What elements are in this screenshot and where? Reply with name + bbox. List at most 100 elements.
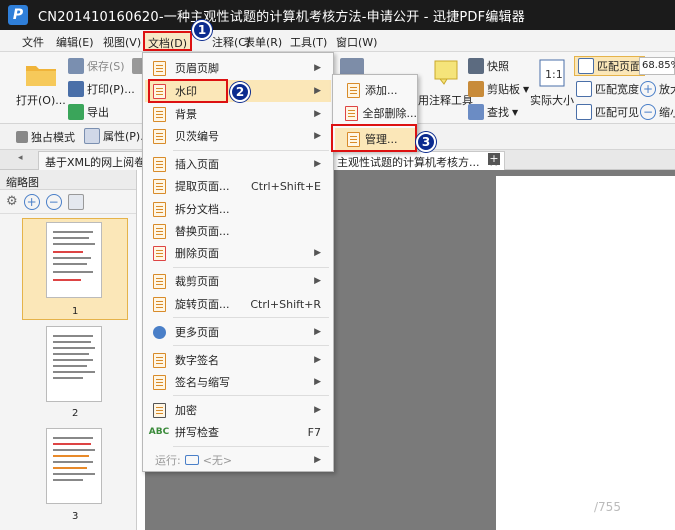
menu-item-extract-pages[interactable]: 提取页面... Ctrl+Shift+E xyxy=(145,175,331,197)
spell-check-icon: ABC xyxy=(148,427,170,437)
menu-item-digital-signature[interactable]: 数字签名 ▶ xyxy=(145,349,331,371)
insert-pages-label: 插入页面 xyxy=(175,158,219,171)
submenu-arrow-icon: ▶ xyxy=(314,131,321,141)
extract-shortcut: Ctrl+Shift+E xyxy=(251,179,321,193)
split-icon xyxy=(151,201,167,217)
find-button[interactable]: 查找 ▼ xyxy=(468,104,518,120)
actual-size-icon: 1:1 xyxy=(539,59,565,87)
extract-pages-label: 提取页面... xyxy=(175,180,230,193)
rotate-label: 旋转页面... xyxy=(175,298,230,311)
menu-item-more-pages[interactable]: 更多页面 ▶ xyxy=(145,321,331,343)
fit-page-label: 匹配页面 xyxy=(597,60,641,73)
highlight-box-manage xyxy=(331,124,417,152)
tab-xml-marking[interactable]: 基于XML的网上阅卷 xyxy=(38,151,153,170)
exclusive-mode-button[interactable]: 独占模式 xyxy=(16,129,75,145)
submenu-arrow-icon: ▶ xyxy=(314,159,321,169)
zoom-out-label: 缩小 xyxy=(659,106,675,119)
menu-item-add-watermark[interactable]: 添加... xyxy=(335,79,417,101)
menu-item-encrypt[interactable]: 加密 ▶ xyxy=(145,399,331,421)
step-badge-3: 3 xyxy=(416,132,436,152)
background-label: 背景 xyxy=(175,108,197,121)
fit-width-button[interactable]: 匹配宽度 xyxy=(576,81,639,97)
document-page[interactable] xyxy=(496,176,675,530)
snapshot-button[interactable]: 快照 xyxy=(468,58,509,74)
print-button[interactable]: 打印(P)... xyxy=(68,81,135,97)
note-icon xyxy=(434,60,457,85)
menu-file[interactable]: 文件 xyxy=(22,34,44,50)
thumbnail-page-1[interactable] xyxy=(46,222,102,298)
tab-scroll-left-icon[interactable]: ◂ xyxy=(18,153,23,163)
zoom-in-label: 放大 xyxy=(659,83,675,96)
menu-item-bates[interactable]: 贝茨编号 ▶ xyxy=(145,125,331,147)
menu-item-spell-check[interactable]: ABC 拼写检查 F7 xyxy=(145,421,331,443)
fit-width-label: 匹配宽度 xyxy=(595,83,639,96)
menu-item-background[interactable]: 背景 ▶ xyxy=(145,103,331,125)
background-icon xyxy=(151,106,167,122)
zoom-in-button[interactable]: + 放大 xyxy=(640,81,675,97)
menu-separator xyxy=(173,150,329,151)
menu-tools[interactable]: 工具(T) xyxy=(290,34,327,50)
zoom-out-icon: − xyxy=(640,104,656,120)
menu-item-header-footer[interactable]: 页眉页脚 ▶ xyxy=(145,57,331,79)
submenu-arrow-icon: ▶ xyxy=(314,377,321,387)
clipboard-button[interactable]: 剪贴板 ▼ xyxy=(468,81,529,97)
zoom-input[interactable]: 68.85% xyxy=(639,57,675,75)
submenu-arrow-icon: ▶ xyxy=(314,248,321,258)
camera-icon xyxy=(468,58,484,74)
menu-document[interactable]: 文档(D) xyxy=(143,31,193,51)
menu-edit[interactable]: 编辑(E) xyxy=(56,34,94,50)
sidebar-title: 缩略图 xyxy=(0,170,136,190)
run-value: <无> xyxy=(202,454,233,467)
print-label: 打印(P)... xyxy=(87,83,135,96)
header-footer-label: 页眉页脚 xyxy=(175,62,219,75)
add-watermark-icon xyxy=(345,82,361,98)
menu-item-sign-initial[interactable]: 签名与缩写 ▶ xyxy=(145,371,331,393)
thumbnail-page-2[interactable] xyxy=(46,326,102,402)
fit-visible-icon xyxy=(576,104,592,120)
annotation-tool-label: 用注释工具 xyxy=(418,94,473,107)
tab-subjective-exam[interactable]: 主观性试题的计算机考核方... × xyxy=(330,151,506,170)
delete-pages-icon xyxy=(151,245,167,261)
actual-size-button[interactable]: 1:1 实际大小 xyxy=(530,58,574,108)
menu-view[interactable]: 视图(V) xyxy=(103,34,141,50)
spell-shortcut: F7 xyxy=(307,425,321,439)
fit-visible-button[interactable]: 匹配可见 xyxy=(576,104,639,120)
menu-form[interactable]: 表单(R) xyxy=(244,34,282,50)
menu-item-delete[interactable]: 删除页面 ▶ xyxy=(145,242,331,264)
menu-item-remove-all-watermark[interactable]: 全部删除... xyxy=(335,102,417,124)
open-button[interactable]: 打开(O)... xyxy=(16,58,66,108)
zoom-out-button[interactable]: − 缩小 xyxy=(640,104,675,120)
more-pages-label: 更多页面 xyxy=(175,326,219,339)
menu-item-split[interactable]: 拆分文档... xyxy=(145,198,331,220)
more-pages-icon xyxy=(151,324,167,340)
export-button[interactable]: 导出 xyxy=(68,104,109,120)
menu-item-crop[interactable]: 裁剪页面 ▶ xyxy=(145,270,331,292)
lock-icon xyxy=(151,402,167,418)
menu-item-rotate[interactable]: 旋转页面... Ctrl+Shift+R xyxy=(145,293,331,315)
tab-subjective-exam-label: 主观性试题的计算机考核方... xyxy=(337,156,480,169)
signature-icon xyxy=(151,374,167,390)
step-badge-2: 2 xyxy=(230,82,250,102)
menu-window[interactable]: 窗口(W) xyxy=(336,34,377,50)
clipboard-icon xyxy=(468,81,484,97)
exclusive-mode-label: 独占模式 xyxy=(31,131,75,144)
submenu-arrow-icon: ▶ xyxy=(314,109,321,119)
menu-item-insert-pages[interactable]: 插入页面 ▶ xyxy=(145,153,331,175)
search-icon xyxy=(468,104,484,120)
rotate-icon[interactable] xyxy=(67,193,84,210)
menu-item-replace[interactable]: 替换页面... xyxy=(145,220,331,242)
annotation-tool-button[interactable]: 用注释工具 xyxy=(418,58,473,108)
rotate-shortcut: Ctrl+Shift+R xyxy=(250,297,321,311)
properties-button[interactable]: 属性(P)... xyxy=(84,128,151,144)
new-tab-icon[interactable]: + xyxy=(488,153,500,165)
highlight-box-watermark xyxy=(148,79,228,103)
save-button[interactable]: 保存(S) xyxy=(68,58,125,74)
run-label: 运行: xyxy=(155,454,181,467)
window-title: CN201410160620-一种主观性试题的计算机考核方法-申请公开 - 迅捷… xyxy=(38,9,525,25)
zoom-out-thumb-icon[interactable]: − xyxy=(45,193,62,210)
gear-icon[interactable]: ⚙ xyxy=(6,194,18,209)
menu-separator xyxy=(173,395,329,396)
fit-page-button[interactable]: 匹配页面 xyxy=(574,56,645,76)
thumbnail-page-3[interactable] xyxy=(46,428,102,504)
zoom-in-thumb-icon[interactable]: + xyxy=(23,193,40,210)
